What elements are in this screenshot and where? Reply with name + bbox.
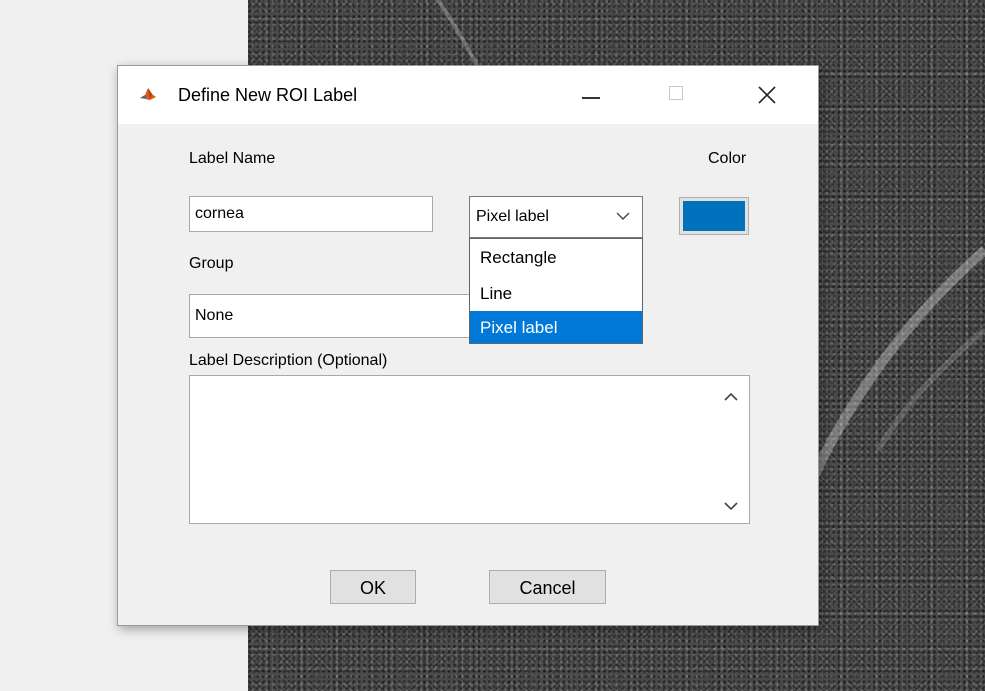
chevron-down-icon — [616, 212, 630, 220]
roi-type-selected: Pixel label — [476, 208, 549, 225]
group-input[interactable] — [189, 294, 479, 338]
maximize-button[interactable] — [654, 76, 700, 114]
color-swatch — [683, 201, 745, 231]
roi-type-select[interactable]: Pixel label — [469, 196, 643, 238]
dialog-title: Define New ROI Label — [178, 85, 358, 105]
description-label: Label Description (Optional) — [189, 352, 388, 369]
scroll-down-icon[interactable] — [724, 501, 738, 511]
color-label: Color — [708, 150, 747, 167]
option-pixel-label[interactable]: Pixel label — [470, 311, 642, 343]
label-name-label: Label Name — [189, 150, 276, 167]
minimize-icon — [582, 97, 600, 99]
option-line[interactable]: Line — [470, 277, 642, 309]
group-label: Group — [189, 255, 234, 272]
roi-type-dropdown-list: Rectangle Line Pixel label — [469, 238, 643, 344]
define-roi-label-dialog: Define New ROI Label Label Name Color Pi… — [117, 65, 819, 626]
maximize-icon — [669, 86, 683, 100]
title-bar: Define New ROI Label — [118, 66, 818, 124]
label-name-input[interactable] — [189, 196, 433, 232]
description-textarea[interactable] — [189, 375, 750, 524]
ok-button[interactable]: OK — [330, 570, 416, 604]
option-rectangle[interactable]: Rectangle — [470, 241, 642, 273]
close-button[interactable] — [744, 76, 790, 114]
close-icon — [758, 86, 776, 104]
matlab-icon — [138, 85, 158, 105]
cancel-button[interactable]: Cancel — [489, 570, 606, 604]
minimize-button[interactable] — [569, 76, 615, 114]
scroll-up-icon[interactable] — [724, 392, 738, 402]
color-button[interactable] — [679, 197, 749, 235]
